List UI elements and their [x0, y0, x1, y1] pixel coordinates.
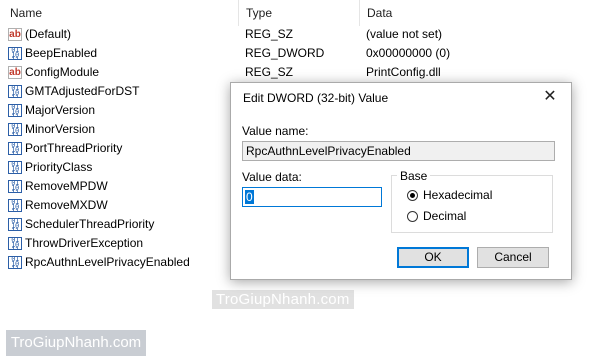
- value-data-text: 0: [245, 190, 254, 204]
- dword-value-icon: 01 10 11: [8, 256, 22, 269]
- dword-value-icon: 01 10 11: [8, 142, 22, 155]
- cancel-button[interactable]: Cancel: [477, 247, 549, 268]
- value-type: REG_SZ: [245, 27, 294, 41]
- value-name: PriorityClass: [25, 160, 93, 174]
- value-name: ThrowDriverException: [25, 236, 144, 250]
- value-data-input[interactable]: 0: [242, 187, 382, 207]
- decimal-radio[interactable]: [407, 211, 418, 222]
- value-data-label: Value data:: [242, 170, 302, 184]
- watermark-text: TroGiupNhanh.com: [212, 290, 354, 309]
- dword-value-icon: 01 10 11: [8, 218, 22, 231]
- close-icon[interactable]: ✕: [539, 87, 561, 109]
- dialog-title: Edit DWORD (32-bit) Value: [243, 91, 389, 105]
- value-data: 0x00000000 (0): [366, 46, 451, 60]
- value-name: MajorVersion: [25, 103, 96, 117]
- value-name-field: RpcAuthnLevelPrivacyEnabled: [242, 141, 555, 161]
- string-value-icon: ab: [8, 28, 22, 41]
- watermark-badge: TroGiupNhanh.com: [6, 330, 146, 356]
- value-name: RemoveMXDW: [25, 198, 108, 212]
- registry-value-row[interactable]: ab ConfigModule REG_SZ PrintConfig.dll: [0, 63, 607, 82]
- string-value-icon: ab: [8, 66, 22, 79]
- base-label: Base: [397, 169, 431, 183]
- dword-value-icon: 01 10 11: [8, 237, 22, 250]
- registry-value-row[interactable]: 01 10 11 BeepEnabled REG_DWORD 0x00000000 (0): [0, 44, 607, 63]
- value-name: ConfigModule: [25, 65, 100, 79]
- value-name: (Default): [25, 27, 72, 41]
- base-groupbox: [391, 175, 553, 233]
- dword-value-icon: 01 10 11: [8, 161, 22, 174]
- column-divider[interactable]: [238, 0, 239, 26]
- column-divider[interactable]: [359, 0, 360, 26]
- value-name: SchedulerThreadPriority: [25, 217, 155, 231]
- value-data: PrintConfig.dll: [366, 65, 441, 79]
- dword-value-icon: 01 10 11: [8, 47, 22, 60]
- value-name: RpcAuthnLevelPrivacyEnabled: [25, 255, 190, 269]
- column-header-data[interactable]: Data: [361, 0, 392, 26]
- registry-value-row[interactable]: ab (Default) REG_SZ (value not set): [0, 25, 607, 44]
- hexadecimal-label[interactable]: Hexadecimal: [423, 188, 492, 202]
- dword-value-icon: 01 10 11: [8, 104, 22, 117]
- column-header-name[interactable]: Name: [4, 0, 42, 26]
- value-name: RemoveMPDW: [25, 179, 108, 193]
- value-name: MinorVersion: [25, 122, 96, 136]
- value-name-label: Value name:: [242, 124, 309, 138]
- ok-button[interactable]: OK: [397, 247, 469, 268]
- value-name: PortThreadPriority: [25, 141, 123, 155]
- value-type: REG_DWORD: [245, 46, 325, 60]
- value-type: REG_SZ: [245, 65, 294, 79]
- value-name: GMTAdjustedForDST: [25, 84, 140, 98]
- dword-value-icon: 01 10 11: [8, 199, 22, 212]
- decimal-label[interactable]: Decimal: [423, 209, 466, 223]
- value-name: BeepEnabled: [25, 46, 98, 60]
- list-header: Name Type Data: [0, 0, 607, 26]
- dword-value-icon: 01 10 11: [8, 123, 22, 136]
- dword-value-icon: 01 10 11: [8, 180, 22, 193]
- column-header-type[interactable]: Type: [240, 0, 272, 26]
- hexadecimal-radio[interactable]: [407, 190, 418, 201]
- dword-value-icon: 01 10 11: [8, 85, 22, 98]
- edit-dword-dialog: Edit DWORD (32-bit) Value ✕ Value name: …: [230, 82, 572, 280]
- value-data: (value not set): [366, 27, 443, 41]
